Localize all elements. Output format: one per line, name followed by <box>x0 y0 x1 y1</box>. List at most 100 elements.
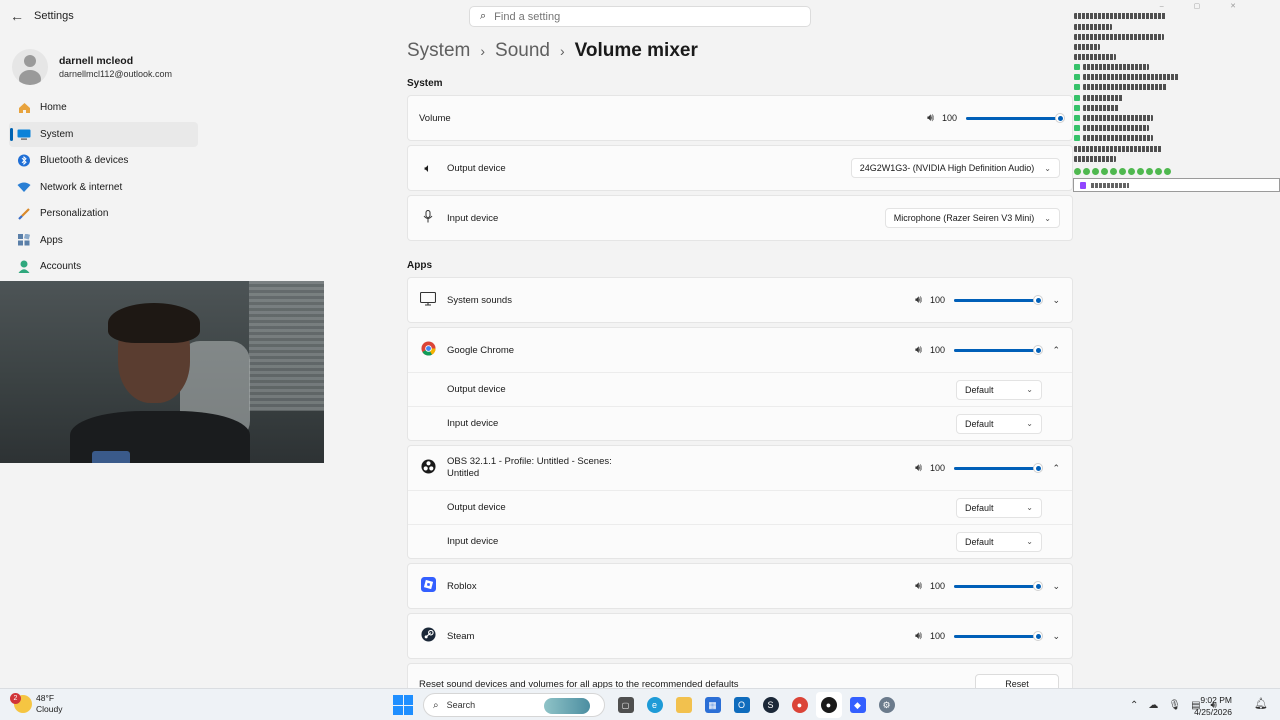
sidebar-item-network[interactable]: Network & internet <box>9 175 198 200</box>
sidebar-item-bluetooth[interactable]: Bluetooth & devices <box>9 148 198 173</box>
microphone-icon[interactable]: 🎙︎ <box>1168 700 1181 711</box>
sidebar-item-label: Bluetooth & devices <box>40 155 129 166</box>
start-button[interactable] <box>393 695 413 715</box>
cloud-icon: 2 <box>10 693 32 713</box>
folder-icon[interactable] <box>671 692 697 718</box>
app-card-system-sounds: System sounds 🔊︎ 100 ⌄ <box>407 277 1073 323</box>
output-device-dropdown[interactable]: 24G2W1G3- (NVIDIA High Definition Audio)… <box>850 158 1060 178</box>
store-icon[interactable]: ▦ <box>700 692 726 718</box>
obs-input-dropdown[interactable]: Default ⌄ <box>956 531 1042 552</box>
breadcrumb-system[interactable]: System <box>407 40 470 62</box>
app-name-line2: Untitled <box>447 468 480 479</box>
chevron-up-icon[interactable]: ⌃ <box>1130 700 1138 711</box>
sidebar-item-home[interactable]: Home <box>9 95 198 120</box>
sub-input-label: Input device <box>447 536 499 547</box>
find-setting-search[interactable]: ⌕ <box>469 6 811 27</box>
app-volume-value: 100 <box>930 295 946 305</box>
roblox-icon[interactable]: ◆ <box>845 692 871 718</box>
taskbar: 2 48°F Cloudy ⌕ Search ▢ e ▦ O S ● ● ◆ ⚙… <box>0 688 1280 720</box>
clock[interactable]: 9:02 PM 4/25/2026 <box>1194 694 1232 718</box>
chat-badge <box>1074 135 1080 141</box>
obs-output-dropdown[interactable]: Default ⌄ <box>956 497 1042 518</box>
outlook-icon[interactable]: O <box>729 692 755 718</box>
chat-message <box>1074 44 1100 50</box>
speaker-icon[interactable]: 🔊︎ <box>915 462 922 475</box>
weather-temp: 48°F <box>36 693 55 703</box>
chat-message <box>1083 64 1149 70</box>
system-volume-card: Volume 🔊︎ 100 <box>407 95 1073 141</box>
output-device-value: 24G2W1G3- (NVIDIA High Definition Audio) <box>859 163 1035 173</box>
chrome-icon <box>419 341 437 359</box>
chevron-down-icon: ⌄ <box>1026 503 1033 512</box>
notification-bell-icon[interactable]: 🔔︎ <box>1254 697 1268 710</box>
speaker-icon[interactable]: 🔊︎ <box>915 344 922 357</box>
search-icon: ⌕ <box>480 10 487 22</box>
app-volume-slider[interactable] <box>954 463 1043 473</box>
chat-message <box>1083 135 1153 141</box>
user-profile[interactable]: darnell mcleod darnellmcl112@outlook.com <box>0 32 205 90</box>
sidebar-item-system[interactable]: System <box>9 121 198 147</box>
edge-icon[interactable]: e <box>642 692 668 718</box>
back-arrow-icon[interactable]: ← <box>2 0 32 32</box>
chat-message <box>1074 34 1164 40</box>
roblox-icon <box>419 577 437 595</box>
onedrive-icon[interactable]: ☁ <box>1148 700 1158 711</box>
chrome-icon[interactable]: ● <box>787 692 813 718</box>
chat-message <box>1083 84 1167 90</box>
input-device-card: Input device Microphone (Razer Seiren V3… <box>407 195 1073 241</box>
taskbar-search-label: Search <box>446 700 476 710</box>
settings-gear-icon[interactable]: ⚙ <box>874 692 900 718</box>
sidebar-item-personalization[interactable]: Personalization <box>9 201 198 226</box>
taskbar-search[interactable]: ⌕ Search <box>423 693 605 717</box>
chrome-output-dropdown[interactable]: Default ⌄ <box>956 379 1042 400</box>
page-title: Volume mixer <box>574 40 698 61</box>
chat-input[interactable] <box>1073 178 1280 192</box>
app-name: OBS 32.1.1 - Profile: Untitled - Scenes:… <box>447 456 915 480</box>
app-card-obs: OBS 32.1.1 - Profile: Untitled - Scenes:… <box>407 445 1073 559</box>
steam-icon[interactable]: S <box>758 692 784 718</box>
chat-badge <box>1074 115 1080 121</box>
avatar <box>12 49 48 85</box>
weather-widget[interactable]: 2 48°F Cloudy <box>10 693 63 715</box>
obs-icon[interactable]: ● <box>815 692 842 718</box>
chat-message <box>1083 95 1123 101</box>
output-device-label: Output device <box>447 162 506 174</box>
apps-icon <box>16 233 32 247</box>
sidebar-item-label: Personalization <box>40 208 109 219</box>
chat-message <box>1083 115 1153 121</box>
chat-badge <box>1074 64 1080 70</box>
microphone-icon <box>419 210 437 226</box>
app-volume-slider[interactable] <box>954 581 1043 591</box>
file-explorer-app-icon[interactable]: ▢ <box>613 692 639 718</box>
app-volume-value: 100 <box>930 581 946 591</box>
volume-label: Volume <box>419 112 451 124</box>
input-device-label: Input device <box>447 212 499 224</box>
chevron-down-icon: ⌄ <box>1026 419 1033 428</box>
sidebar-item-apps[interactable]: Apps <box>9 228 198 253</box>
chevron-down-icon: ⌄ <box>1026 537 1033 546</box>
speaker-icon[interactable]: 🔊︎ <box>915 294 922 307</box>
app-volume-slider[interactable] <box>954 345 1043 355</box>
dropdown-value: Default <box>965 384 994 395</box>
app-volume-slider[interactable] <box>954 295 1043 305</box>
chat-message <box>1074 54 1116 60</box>
master-volume-slider[interactable] <box>966 113 1065 123</box>
wifi-icon <box>16 180 32 194</box>
webcam-overlay <box>0 281 324 463</box>
speaker-icon[interactable]: 🔊︎ <box>927 112 934 125</box>
weather-desc: Cloudy <box>36 704 63 714</box>
app-volume-slider[interactable] <box>954 631 1043 641</box>
chrome-input-dropdown[interactable]: Default ⌄ <box>956 413 1042 434</box>
section-title-system: System <box>407 78 443 89</box>
speaker-icon[interactable]: 🔊︎ <box>915 580 922 593</box>
chat-message <box>1074 24 1112 30</box>
window-controls[interactable]: – ▢ ✕ <box>1160 2 1250 10</box>
taskbar-apps: ⌕ Search ▢ e ▦ O S ● ● ◆ ⚙ <box>393 692 901 718</box>
app-card-chrome: Google Chrome 🔊︎ 100 ⌃ Output device Def… <box>407 327 1073 441</box>
sidebar-item-label: System <box>40 128 74 140</box>
breadcrumb-sound[interactable]: Sound <box>495 40 550 62</box>
speaker-icon[interactable]: 🔊︎ <box>915 630 922 643</box>
sidebar-item-accounts[interactable]: Accounts <box>9 254 198 279</box>
input-device-dropdown[interactable]: Microphone (Razer Seiren V3 Mini) ⌄ <box>884 208 1060 228</box>
search-input[interactable] <box>494 10 775 23</box>
